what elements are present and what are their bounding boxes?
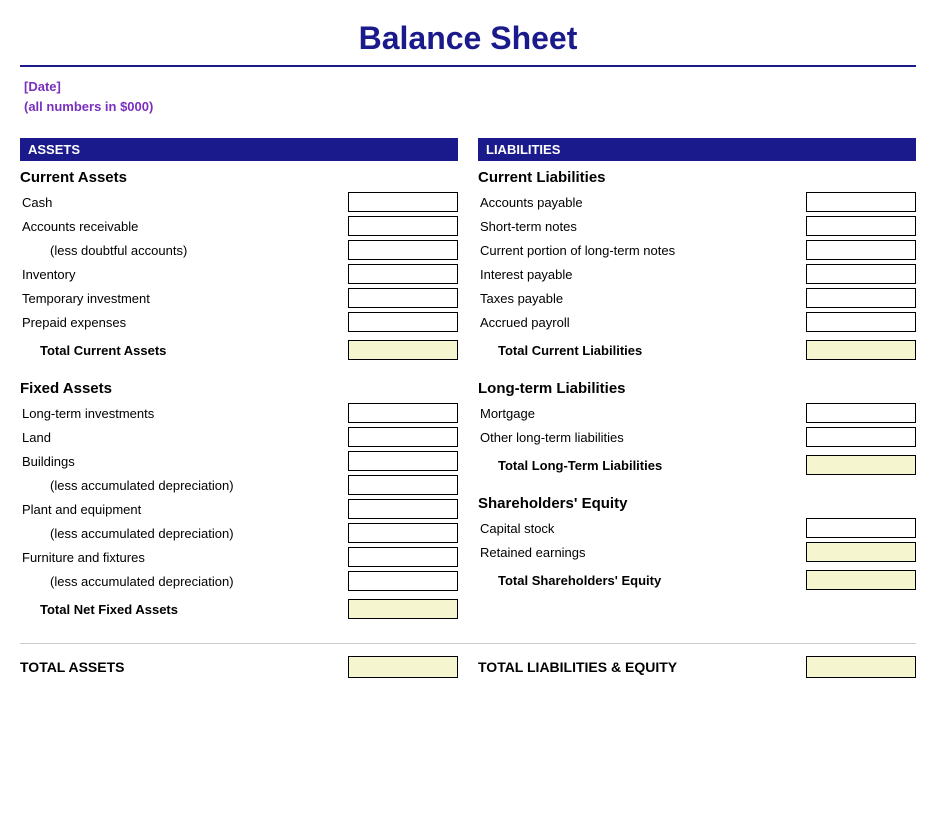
page-title: Balance Sheet (20, 10, 916, 67)
list-item: Capital stock (478, 516, 916, 540)
current-portion-longterm-input[interactable] (806, 240, 916, 260)
total-assets-row: TOTAL ASSETS (20, 656, 458, 678)
prepaid-expenses-input[interactable] (348, 312, 458, 332)
other-longterm-input[interactable] (806, 427, 916, 447)
current-assets-title: Current Assets (20, 169, 458, 186)
list-item: Interest payable (478, 262, 916, 286)
total-net-fixed-assets-input[interactable] (348, 599, 458, 619)
retained-earnings-input[interactable] (806, 542, 916, 562)
temporary-investment-input[interactable] (348, 288, 458, 308)
less-doubtful-input[interactable] (348, 240, 458, 260)
list-item: Plant and equipment (20, 497, 458, 521)
shareholders-equity-title: Shareholders' Equity (478, 495, 916, 512)
total-liabilities-equity-input[interactable] (806, 656, 916, 678)
list-item: Taxes payable (478, 286, 916, 310)
inventory-input[interactable] (348, 264, 458, 284)
total-assets-label: TOTAL ASSETS (20, 659, 125, 675)
land-input[interactable] (348, 427, 458, 447)
accrued-payroll-input[interactable] (806, 312, 916, 332)
total-equity-input[interactable] (806, 570, 916, 590)
longterm-investments-input[interactable] (348, 403, 458, 423)
total-assets-input[interactable] (348, 656, 458, 678)
assets-header: ASSETS (20, 138, 458, 161)
list-item: Prepaid expenses (20, 310, 458, 334)
accounts-receivable-input[interactable] (348, 216, 458, 236)
total-liabilities-equity-label: TOTAL LIABILITIES & EQUITY (478, 659, 677, 675)
total-equity-row: Total Shareholders' Equity (478, 566, 916, 594)
total-longterm-liabilities-input[interactable] (806, 455, 916, 475)
list-item: Short-term notes (478, 214, 916, 238)
subtitle-label: (all numbers in $000) (24, 97, 916, 117)
cash-input[interactable] (348, 192, 458, 212)
plant-equipment-input[interactable] (348, 499, 458, 519)
mortgage-input[interactable] (806, 403, 916, 423)
list-item: Accounts payable (478, 190, 916, 214)
list-item: Retained earnings (478, 540, 916, 564)
list-item: (less accumulated depreciation) (20, 473, 458, 497)
bottom-totals: TOTAL ASSETS TOTAL LIABILITIES & EQUITY (20, 643, 916, 678)
list-item: Buildings (20, 449, 458, 473)
list-item: (less doubtful accounts) (20, 238, 458, 262)
list-item: Accounts receivable (20, 214, 458, 238)
liabilities-header: LIABILITIES (478, 138, 916, 161)
list-item: (less accumulated depreciation) (20, 521, 458, 545)
fixed-assets-title: Fixed Assets (20, 380, 458, 397)
list-item: Long-term investments (20, 401, 458, 425)
list-item: Current portion of long-term notes (478, 238, 916, 262)
short-term-notes-input[interactable] (806, 216, 916, 236)
total-current-assets-input[interactable] (348, 340, 458, 360)
furniture-fixtures-input[interactable] (348, 547, 458, 567)
total-net-fixed-assets-row: Total Net Fixed Assets (20, 595, 458, 623)
less-accum-depr-furniture-input[interactable] (348, 571, 458, 591)
list-item: Inventory (20, 262, 458, 286)
date-label: [Date] (24, 77, 916, 97)
total-liabilities-equity-row: TOTAL LIABILITIES & EQUITY (478, 656, 916, 678)
taxes-payable-input[interactable] (806, 288, 916, 308)
assets-column: ASSETS Current Assets Cash Accounts rece… (20, 138, 458, 623)
capital-stock-input[interactable] (806, 518, 916, 538)
interest-payable-input[interactable] (806, 264, 916, 284)
list-item: Cash (20, 190, 458, 214)
list-item: Land (20, 425, 458, 449)
list-item: Temporary investment (20, 286, 458, 310)
list-item: Mortgage (478, 401, 916, 425)
total-current-liabilities-input[interactable] (806, 340, 916, 360)
liabilities-column: LIABILITIES Current Liabilities Accounts… (478, 138, 916, 623)
list-item: Furniture and fixtures (20, 545, 458, 569)
list-item: (less accumulated depreciation) (20, 569, 458, 593)
current-liabilities-title: Current Liabilities (478, 169, 916, 186)
buildings-input[interactable] (348, 451, 458, 471)
list-item: Accrued payroll (478, 310, 916, 334)
list-item: Other long-term liabilities (478, 425, 916, 449)
accounts-payable-input[interactable] (806, 192, 916, 212)
longterm-liabilities-title: Long-term Liabilities (478, 380, 916, 397)
less-accum-depr-plant-input[interactable] (348, 523, 458, 543)
less-accum-depr-buildings-input[interactable] (348, 475, 458, 495)
total-current-assets-row: Total Current Assets (20, 336, 458, 364)
total-longterm-liabilities-row: Total Long-Term Liabilities (478, 451, 916, 479)
total-current-liabilities-row: Total Current Liabilities (478, 336, 916, 364)
